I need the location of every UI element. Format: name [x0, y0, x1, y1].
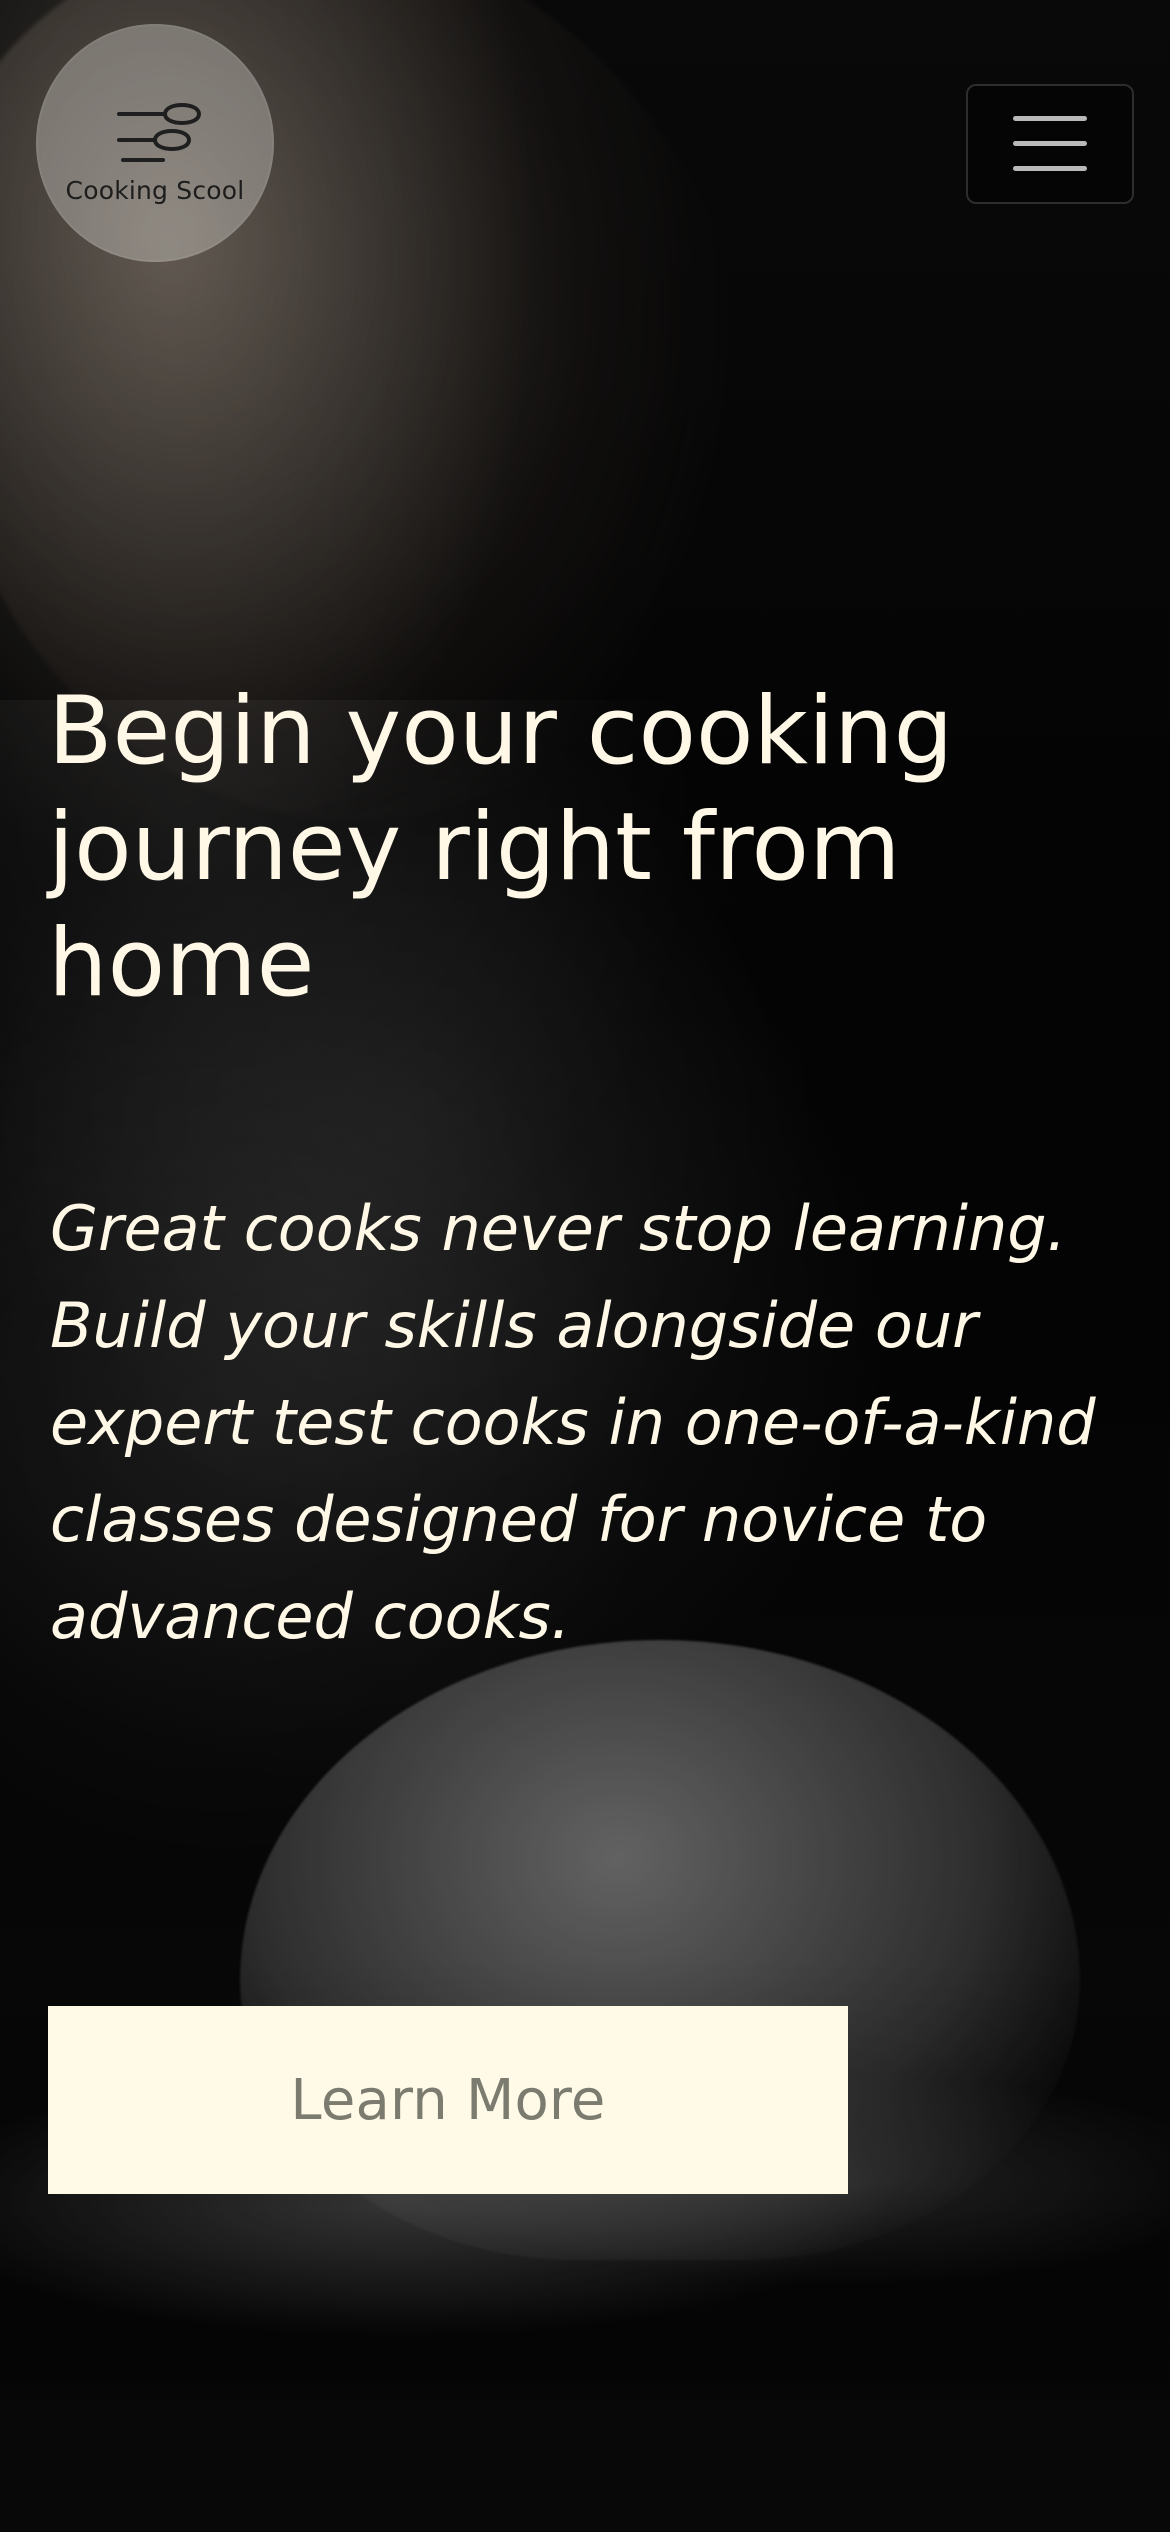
logo[interactable]: Cooking Scool	[36, 24, 274, 262]
hero-section: Cooking Scool Begin your cooking journey…	[0, 0, 1170, 2532]
menu-button[interactable]	[966, 84, 1134, 204]
hero-headline: Begin your cooking journey right from ho…	[48, 677, 954, 1018]
hamburger-line	[1013, 141, 1087, 146]
hamburger-line	[1013, 116, 1087, 121]
hamburger-line	[1013, 166, 1087, 171]
learn-more-button[interactable]: Learn More	[48, 2006, 848, 2194]
hero-description: Great cooks never stop learning. Build y…	[50, 1192, 1096, 1653]
hamburger-menu-icon	[1013, 116, 1087, 172]
measuring-spoons-icon	[117, 102, 201, 162]
logo-text: Cooking Scool	[65, 175, 245, 205]
